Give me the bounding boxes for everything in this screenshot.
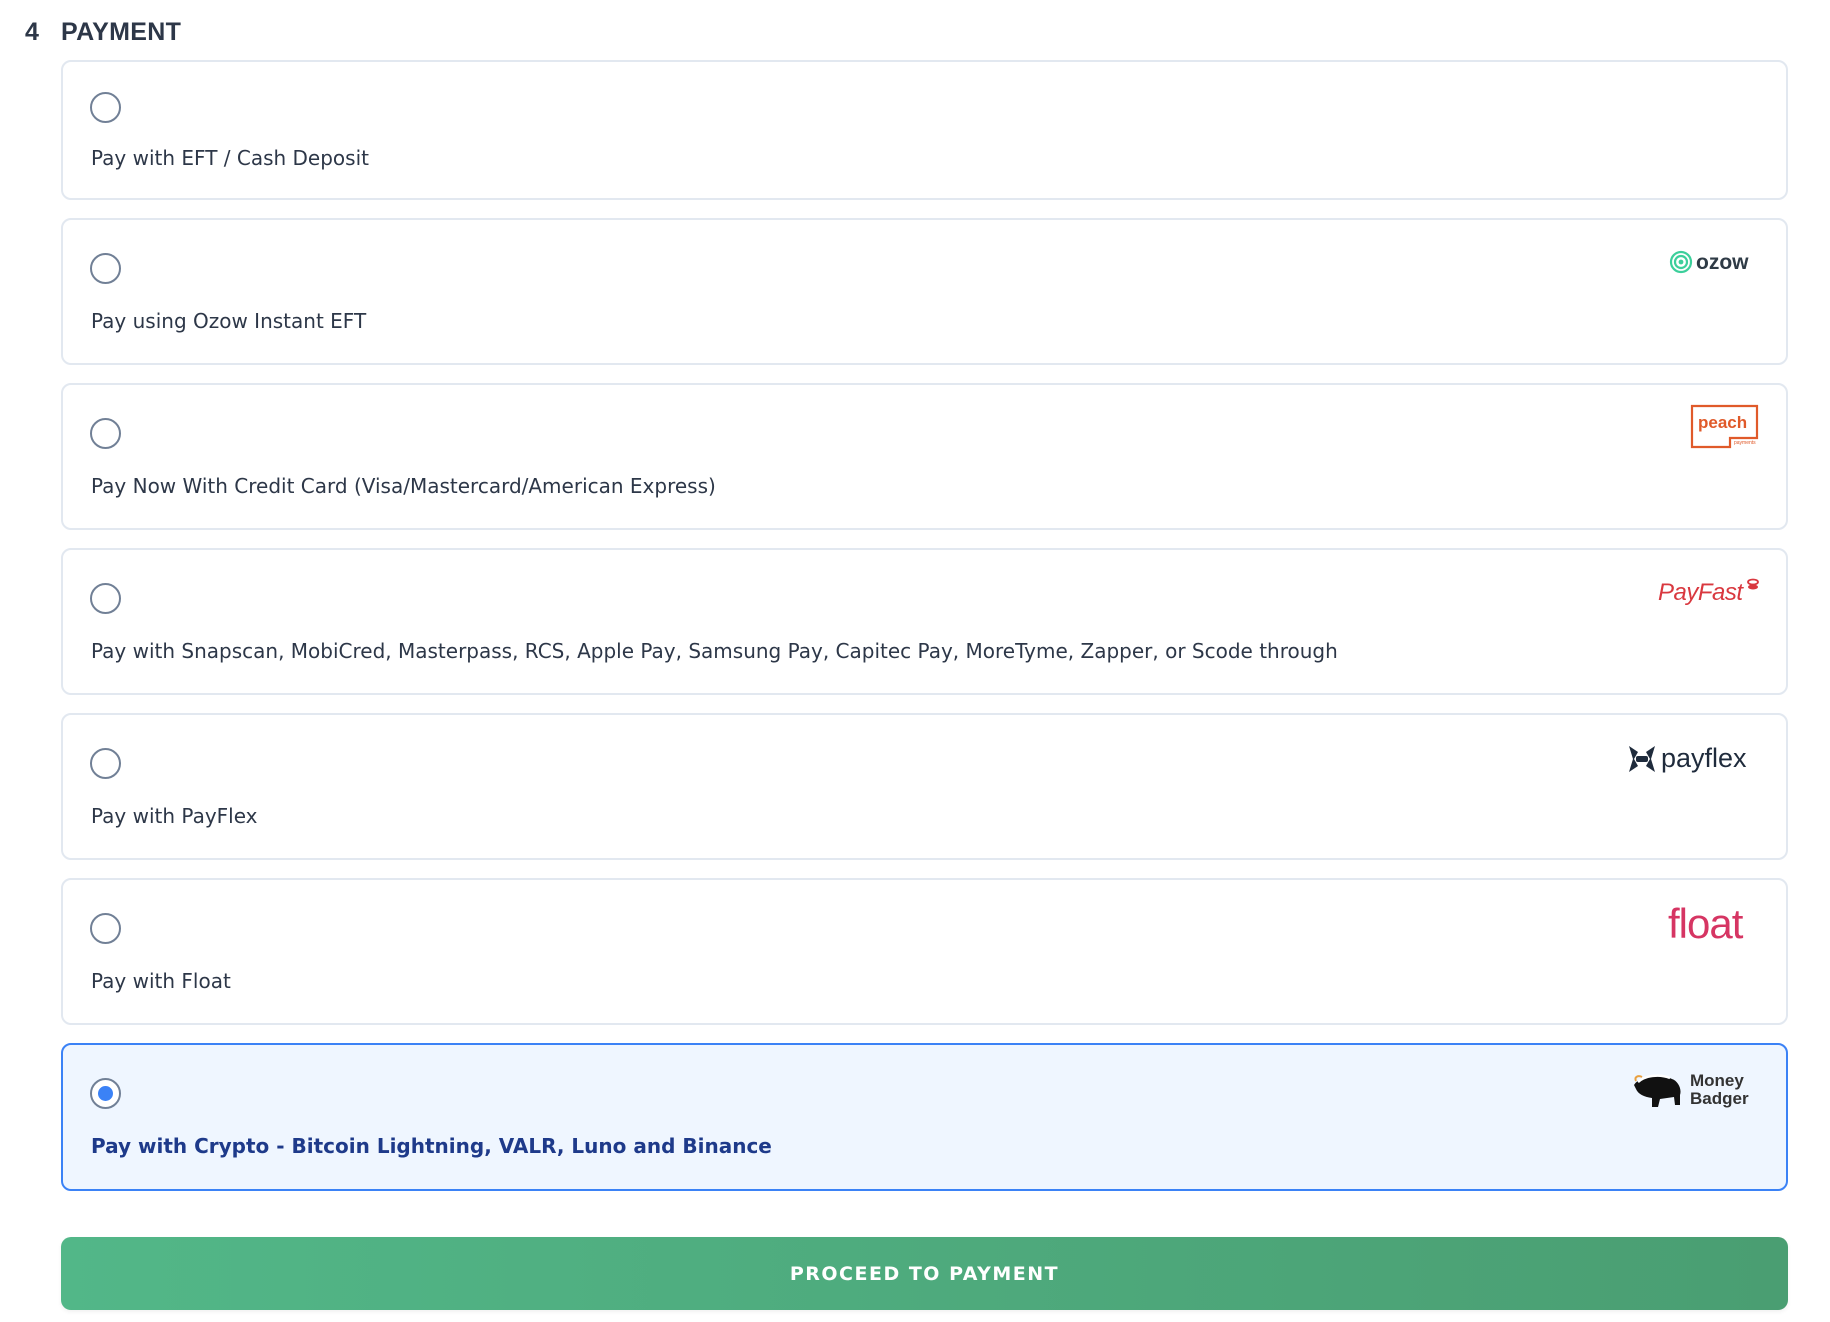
radio-button[interactable] (90, 583, 121, 614)
ozow-logo-text: ozow (1696, 251, 1749, 274)
payflex-logo: payflex (1627, 743, 1752, 779)
ozow-logo: ozow (1668, 248, 1760, 280)
money-badger-logo: Money Badger (1630, 1067, 1760, 1115)
radio-button[interactable] (90, 748, 121, 779)
payment-option-label: Pay with EFT / Cash Deposit (91, 146, 369, 170)
section-header: 4 PAYMENT (25, 18, 181, 47)
radio-button-selected[interactable] (90, 1078, 121, 1109)
section-number: 4 (25, 18, 40, 46)
float-logo-text: float (1668, 900, 1744, 944)
payment-option-crypto[interactable]: Pay with Crypto - Bitcoin Lightning, VAL… (61, 1043, 1788, 1191)
payment-option-float[interactable]: Pay with Float float (61, 878, 1788, 1025)
money-badger-logo-line1: Money (1690, 1071, 1744, 1090)
payment-option-label: Pay with Snapscan, MobiCred, Masterpass,… (91, 639, 1338, 663)
payfast-logo: PayFast (1656, 576, 1760, 610)
float-logo: float (1668, 898, 1760, 948)
money-badger-logo-line2: Badger (1690, 1089, 1749, 1108)
payment-options-list: Pay with EFT / Cash Deposit Pay using Oz… (61, 60, 1788, 1209)
payment-option-eft[interactable]: Pay with EFT / Cash Deposit (61, 60, 1788, 200)
payment-option-label: Pay with PayFlex (91, 804, 258, 828)
payment-section: 4 PAYMENT Pay with EFT / Cash Deposit Pa… (0, 0, 1830, 1322)
payment-option-payfast[interactable]: Pay with Snapscan, MobiCred, Masterpass,… (61, 548, 1788, 695)
payment-option-label: Pay Now With Credit Card (Visa/Mastercar… (91, 474, 716, 498)
radio-button[interactable] (90, 253, 121, 284)
section-title: PAYMENT (61, 18, 182, 46)
payment-option-credit-card[interactable]: Pay Now With Credit Card (Visa/Mastercar… (61, 383, 1788, 530)
radio-selected-dot (98, 1086, 113, 1101)
radio-button[interactable] (90, 92, 121, 123)
radio-button[interactable] (90, 913, 121, 944)
peach-logo-subtext: payments (1734, 440, 1756, 446)
payment-option-ozow[interactable]: Pay using Ozow Instant EFT ozow (61, 218, 1788, 365)
radio-button[interactable] (90, 418, 121, 449)
payment-option-label: Pay with Crypto - Bitcoin Lightning, VAL… (91, 1134, 772, 1158)
payment-option-label: Pay with Float (91, 969, 231, 993)
peach-logo: peach payments (1690, 404, 1760, 454)
proceed-to-payment-button[interactable]: PROCEED TO PAYMENT (61, 1237, 1788, 1310)
payment-option-label: Pay using Ozow Instant EFT (91, 309, 367, 333)
payment-option-payflex[interactable]: Pay with PayFlex payflex (61, 713, 1788, 860)
peach-logo-text: peach (1698, 413, 1747, 432)
payfast-logo-text: PayFast (1658, 579, 1744, 606)
payflex-logo-text: payflex (1661, 743, 1747, 773)
